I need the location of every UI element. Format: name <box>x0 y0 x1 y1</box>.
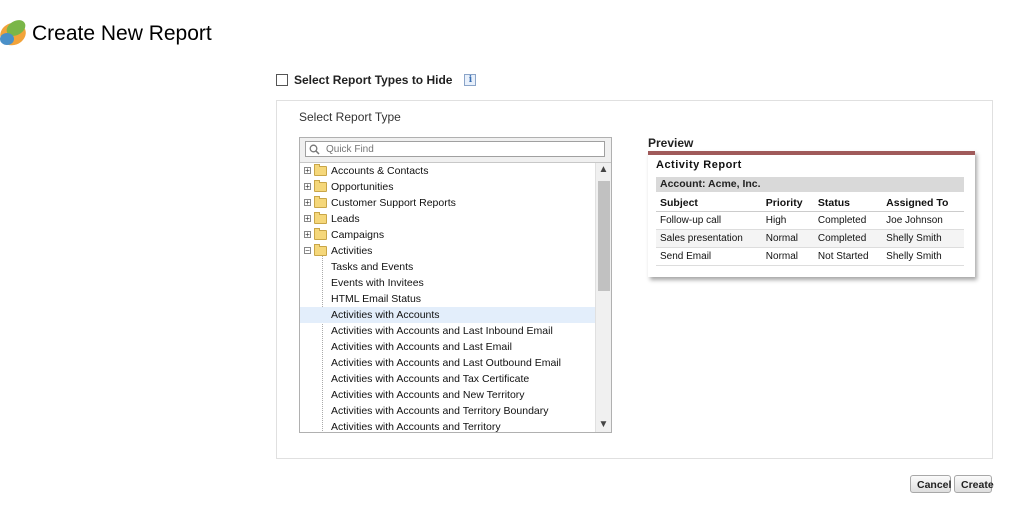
tree-item-label: Activities with Accounts and New Territo… <box>331 389 525 401</box>
tree-folder-label: Accounts & Contacts <box>331 165 429 177</box>
folder-icon <box>314 196 327 208</box>
tree-folder-label: Opportunities <box>331 181 394 193</box>
tree-folder-activities[interactable]: − Activities <box>300 243 595 259</box>
tree-folder-label: Campaigns <box>331 229 385 241</box>
tree-item[interactable]: HTML Email Status <box>300 291 595 307</box>
tree-item-label: HTML Email Status <box>331 293 422 305</box>
tree-item-label: Tasks and Events <box>331 261 414 273</box>
quick-find-input[interactable] <box>305 141 605 157</box>
preview-account-group: Account: Acme, Inc. <box>656 177 964 192</box>
tree-folder-label: Activities <box>331 245 373 257</box>
hide-report-types-checkbox[interactable] <box>276 74 288 86</box>
folder-icon <box>314 228 327 240</box>
tree-list: + Accounts & Contacts + Opportunities + … <box>300 163 595 432</box>
tree-item[interactable]: Activities with Accounts and Tax Certifi… <box>300 371 595 387</box>
table-cell: Completed <box>813 211 883 230</box>
table-cell: High <box>761 211 814 230</box>
table-cell: Send Email <box>656 247 762 266</box>
reports-logo-icon <box>0 16 29 49</box>
tree-item-label: Events with Invitees <box>331 277 424 289</box>
tree-item-selected[interactable]: Activities with Accounts <box>300 307 595 323</box>
folder-icon <box>314 180 327 192</box>
preview-report-title: Activity Report <box>656 159 742 171</box>
tree-item[interactable]: Activities with Accounts and Last Outbou… <box>300 355 595 371</box>
table-row: Follow-up call High Completed Joe Johnso… <box>656 211 964 230</box>
table-row: Sales presentation Normal Completed Shel… <box>656 229 964 248</box>
preview-card: Activity Report Account: Acme, Inc. Subj… <box>648 151 975 277</box>
folder-icon <box>314 164 327 176</box>
column-header: Status <box>813 195 883 212</box>
column-header: Priority <box>761 195 814 212</box>
tree-item[interactable]: Activities with Accounts and Last Inboun… <box>300 323 595 339</box>
page-header: Create New Report <box>0 14 212 54</box>
preview-table-header: Subject Priority Status Assigned To <box>656 195 964 212</box>
hide-report-types-row: Select Report Types to Hide i <box>276 73 477 87</box>
tree-folder-campaigns[interactable]: + Campaigns <box>300 227 595 243</box>
report-type-panel: Select Report Type + Accounts & Contacts… <box>276 100 993 459</box>
preview-table: Subject Priority Status Assigned To Foll… <box>656 195 964 266</box>
tree-item[interactable]: Activities with Accounts and Last Email <box>300 339 595 355</box>
expand-icon[interactable]: + <box>304 215 311 223</box>
table-cell: Normal <box>761 247 814 266</box>
collapse-icon[interactable]: − <box>304 247 311 255</box>
create-button[interactable]: Create <box>954 475 994 493</box>
scroll-up-arrow-icon[interactable]: ▲ <box>596 163 611 177</box>
tree-folder-label: Customer Support Reports <box>331 197 456 209</box>
hide-report-types-label[interactable]: Select Report Types to Hide <box>294 73 452 87</box>
tree-item-label: Activities with Accounts <box>331 309 440 321</box>
tree-item[interactable]: Activities with Accounts and Territory <box>300 419 595 432</box>
tree-folder-accounts-contacts[interactable]: + Accounts & Contacts <box>300 163 595 179</box>
expand-icon[interactable]: + <box>304 231 311 239</box>
table-cell: Sales presentation <box>656 229 762 248</box>
tree-folder-opportunities[interactable]: + Opportunities <box>300 179 595 195</box>
table-cell: Not Started <box>813 247 883 266</box>
table-cell: Shelly Smith <box>882 229 964 248</box>
expand-icon[interactable]: + <box>304 199 311 207</box>
tree-item-label: Activities with Accounts and Tax Certifi… <box>331 373 530 385</box>
tree-folder-label: Leads <box>331 213 360 225</box>
expand-icon[interactable]: + <box>304 167 311 175</box>
page-title: Create New Report <box>32 22 212 45</box>
tree-item[interactable]: Tasks and Events <box>300 259 595 275</box>
open-folder-icon <box>314 244 327 256</box>
table-row: Send Email Normal Not Started Shelly Smi… <box>656 247 964 266</box>
cancel-button[interactable]: Cancel <box>910 475 951 493</box>
table-cell: Follow-up call <box>656 211 762 230</box>
table-cell: Normal <box>761 229 814 248</box>
tree-scrollbar[interactable]: ▲ ▼ <box>595 163 611 432</box>
tree-item-label: Activities with Accounts and Territory <box>331 421 501 432</box>
tree-item[interactable]: Activities with Accounts and New Territo… <box>300 387 595 403</box>
expand-icon[interactable]: + <box>304 183 311 191</box>
scroll-down-arrow-icon[interactable]: ▼ <box>596 418 611 432</box>
quick-find-bar <box>300 138 611 163</box>
column-header: Subject <box>656 195 762 212</box>
table-cell: Completed <box>813 229 883 248</box>
tree-item-label: Activities with Accounts and Last Outbou… <box>331 357 561 369</box>
info-icon[interactable]: i <box>464 74 477 86</box>
tree-item-label: Activities with Accounts and Territory B… <box>331 405 549 417</box>
select-report-type-label: Select Report Type <box>299 110 401 124</box>
scroll-thumb[interactable] <box>598 181 610 291</box>
preview-label: Preview <box>648 136 694 150</box>
report-type-tree: + Accounts & Contacts + Opportunities + … <box>299 137 612 433</box>
table-cell: Shelly Smith <box>882 247 964 266</box>
folder-icon <box>314 212 327 224</box>
tree-item[interactable]: Activities with Accounts and Territory B… <box>300 403 595 419</box>
tree-item-label: Activities with Accounts and Last Inboun… <box>331 325 553 337</box>
tree-folder-leads[interactable]: + Leads <box>300 211 595 227</box>
tree-folder-customer-support-reports[interactable]: + Customer Support Reports <box>300 195 595 211</box>
tree-item-label: Activities with Accounts and Last Email <box>331 341 512 353</box>
table-cell: Joe Johnson <box>882 211 964 230</box>
column-header: Assigned To <box>882 195 964 212</box>
tree-item[interactable]: Events with Invitees <box>300 275 595 291</box>
search-icon <box>309 144 320 155</box>
